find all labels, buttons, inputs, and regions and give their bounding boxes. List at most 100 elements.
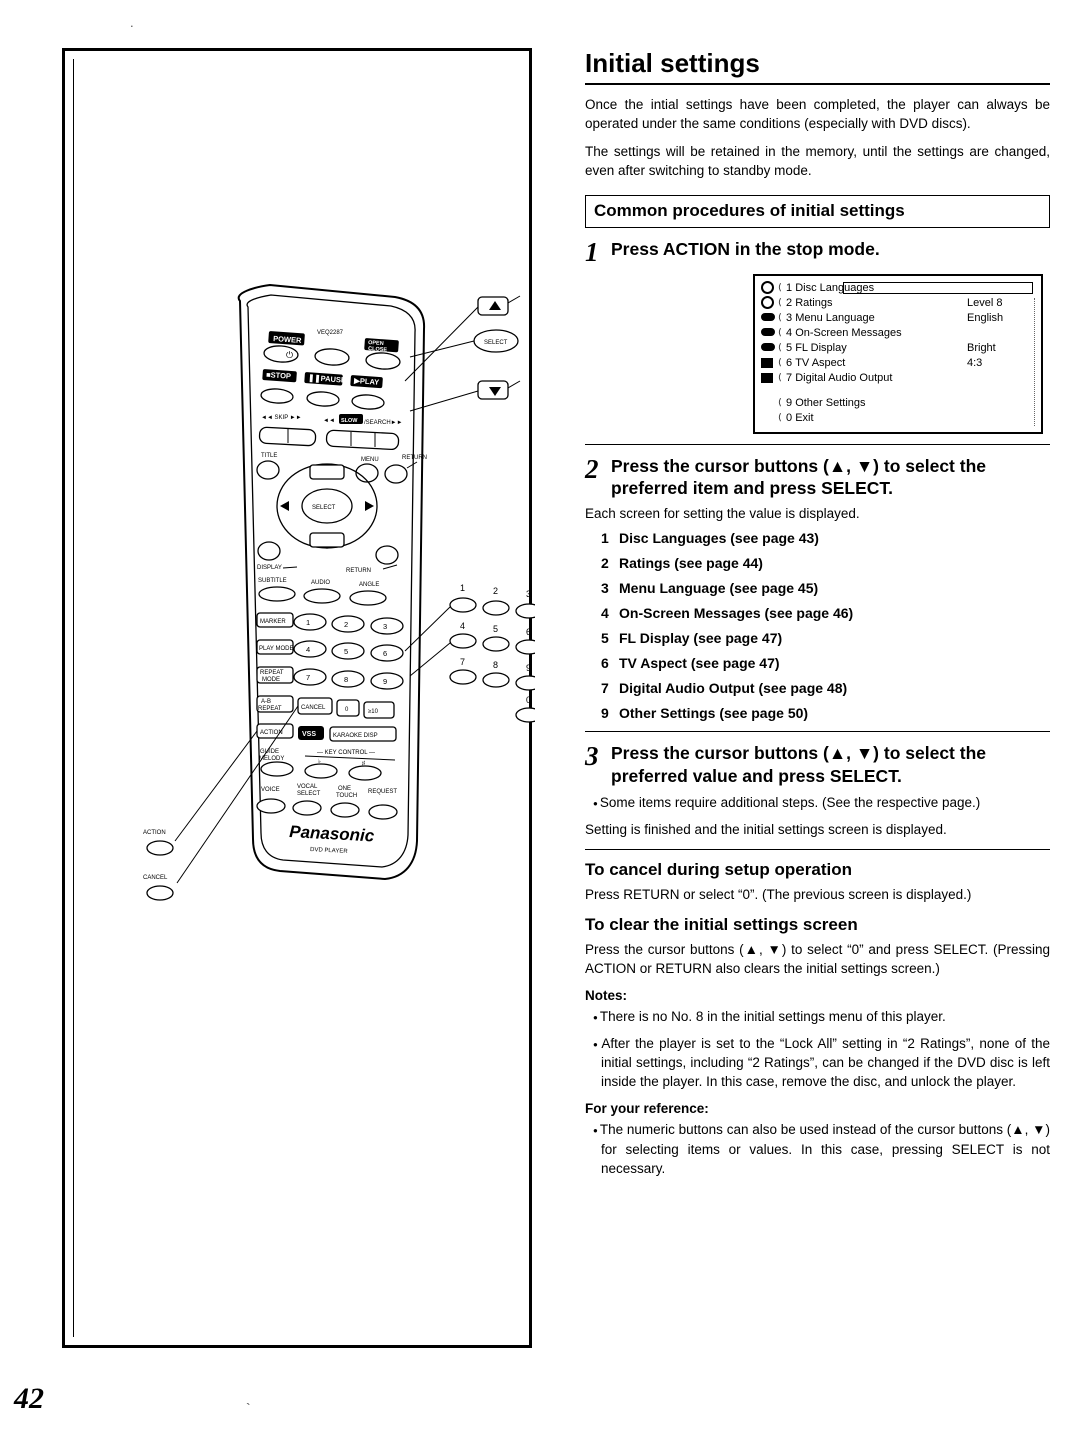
osd-row-marker: ⟨ bbox=[778, 312, 782, 323]
clear-initial-settings-body: Press the cursor buttons (▲, ▼) to selec… bbox=[585, 941, 1050, 976]
svg-text:4: 4 bbox=[306, 645, 310, 654]
osd-row-marker: ⟨ bbox=[778, 297, 782, 308]
svg-text:1: 1 bbox=[306, 618, 310, 627]
osd-row: ⟨ 3 Menu Language English bbox=[761, 311, 1035, 326]
step-2-number: 2 bbox=[585, 453, 599, 484]
svg-text:6: 6 bbox=[383, 649, 387, 658]
svg-text:MODE: MODE bbox=[262, 677, 280, 683]
step-3-number: 3 bbox=[585, 741, 599, 772]
osd-row-label: 3 Menu Language bbox=[786, 311, 875, 324]
osd-icon-square bbox=[761, 357, 778, 370]
for-your-reference-label: For your reference: bbox=[585, 1101, 709, 1117]
list-item: 6 TV Aspect (see page 47) bbox=[601, 655, 780, 672]
svg-text:A-B: A-B bbox=[261, 699, 271, 705]
svg-text:TITLE: TITLE bbox=[261, 453, 277, 459]
osd-row: ⟨ 7 Digital Audio Output bbox=[761, 371, 1035, 386]
osd-row-label: 7 Digital Audio Output bbox=[786, 371, 893, 384]
svg-text:4: 4 bbox=[460, 621, 465, 631]
osd-row: ⟨ 2 Ratings Level 8 bbox=[761, 296, 1035, 311]
svg-text:5: 5 bbox=[493, 624, 498, 634]
osd-row: ⟨ 5 FL Display Bright bbox=[761, 341, 1035, 356]
svg-text:9: 9 bbox=[526, 663, 531, 673]
osd-row-marker: ⟨ bbox=[778, 327, 782, 338]
content-column: Initial settings Once the intial setting… bbox=[585, 48, 1050, 1186]
osd-icon-pill bbox=[761, 342, 778, 355]
remote-control-illustration: .ln { fill:none; stroke:#000; stroke-wid… bbox=[65, 51, 535, 1351]
svg-text:MENU: MENU bbox=[361, 457, 379, 463]
osd-icon-circle bbox=[761, 281, 778, 295]
osd-icon-pill bbox=[761, 327, 778, 340]
svg-text:8: 8 bbox=[344, 675, 348, 684]
svg-text:ONE: ONE bbox=[338, 786, 351, 792]
initial-settings-item-list: 1 Disc Languages (see page 43) 2 Ratings (… bbox=[585, 531, 1050, 720]
svg-text:SLOW: SLOW bbox=[341, 418, 358, 424]
svg-text:6: 6 bbox=[526, 627, 531, 637]
svg-text:9: 9 bbox=[383, 677, 387, 686]
osd-row-value: Bright bbox=[967, 341, 996, 354]
svg-text:MARKER: MARKER bbox=[260, 619, 286, 625]
svg-text:ACTION: ACTION bbox=[143, 830, 166, 836]
osd-row-label: 4 On-Screen Messages bbox=[786, 326, 902, 339]
osd-row-value: Level 8 bbox=[967, 296, 1003, 309]
step-1-number: 1 bbox=[585, 236, 599, 267]
svg-text:TOUCH: TOUCH bbox=[336, 793, 357, 799]
notes-label: Notes: bbox=[585, 987, 628, 1003]
svg-text:≥10: ≥10 bbox=[368, 709, 379, 715]
list-item: 9 Other Settings (see page 50) bbox=[601, 705, 809, 722]
svg-text:0: 0 bbox=[526, 695, 531, 705]
osd-icon-square bbox=[761, 372, 778, 385]
osd-row: ⟨ 6 TV Aspect 4:3 bbox=[761, 356, 1035, 371]
svg-text:3: 3 bbox=[526, 589, 531, 599]
svg-text:◄◄ SKIP ►►: ◄◄ SKIP ►► bbox=[261, 415, 302, 421]
svg-text:◄◄: ◄◄ bbox=[323, 418, 335, 424]
heading-clear-initial-settings: To clear the initial settings screen bbox=[585, 914, 858, 934]
svg-text:RETURN: RETURN bbox=[402, 455, 427, 461]
list-item: 5 FL Display (see page 47) bbox=[601, 630, 783, 647]
osd-icon-circle bbox=[761, 296, 778, 310]
section-heading-common-procedures: Common procedures of initial settings bbox=[585, 194, 1050, 228]
svg-text:7: 7 bbox=[460, 657, 465, 667]
svg-text:Panasonic: Panasonic bbox=[289, 822, 375, 845]
svg-text:SUBTITLE: SUBTITLE bbox=[258, 578, 287, 584]
svg-text:▶PLAY: ▶PLAY bbox=[353, 376, 380, 387]
svg-text:KARAOKE DISP: KARAOKE DISP bbox=[333, 733, 378, 739]
list-item: 4 On-Screen Messages (see page 46) bbox=[601, 605, 854, 622]
list-item: 1 Disc Languages (see page 43) bbox=[601, 530, 819, 547]
svg-text:GUIDE: GUIDE bbox=[260, 749, 279, 755]
svg-text:CLOSE: CLOSE bbox=[368, 346, 388, 353]
page-title: Initial settings bbox=[585, 48, 760, 78]
osd-row-marker: ⟨ bbox=[778, 397, 782, 408]
svg-text:7: 7 bbox=[306, 673, 310, 682]
cancel-section-divider bbox=[585, 849, 1050, 851]
svg-text:3: 3 bbox=[383, 622, 387, 631]
svg-text:8: 8 bbox=[493, 660, 498, 670]
osd-row-label: 2 Ratings bbox=[786, 296, 833, 309]
svg-text:REQUEST: REQUEST bbox=[368, 789, 397, 795]
step-1-text: Press ACTION in the stop mode. bbox=[611, 238, 880, 259]
step-3: 3 Press the cursor buttons (▲, ▼) to sel… bbox=[585, 742, 1050, 787]
svg-text:SELECT: SELECT bbox=[484, 340, 508, 346]
page-number: 42 bbox=[14, 1382, 44, 1415]
svg-text:VEQ2287: VEQ2287 bbox=[317, 330, 344, 336]
svg-text:♯: ♯ bbox=[362, 760, 365, 767]
osd-icon-pill bbox=[761, 312, 778, 325]
step-3-bullet: Some items require additional steps. (Se… bbox=[600, 793, 1050, 812]
svg-text:SELECT: SELECT bbox=[297, 791, 321, 797]
svg-text:5: 5 bbox=[344, 647, 348, 656]
osd-row-value: English bbox=[967, 311, 1004, 324]
step-1: 1 Press ACTION in the stop mode. bbox=[585, 238, 1050, 266]
step-3-text: Press the cursor buttons (▲, ▼) to selec… bbox=[611, 743, 986, 786]
list-item: 2 Ratings (see page 44) bbox=[601, 555, 763, 572]
osd-row-label: 9 Other Settings bbox=[786, 396, 866, 409]
step3-divider bbox=[585, 731, 1050, 733]
scan-artifact-bottom: ` bbox=[246, 1400, 251, 1416]
svg-text:— KEY CONTROL —: — KEY CONTROL — bbox=[317, 750, 375, 756]
svg-text:DVD PLAYER: DVD PLAYER bbox=[310, 847, 348, 855]
svg-text:REPEAT: REPEAT bbox=[258, 706, 282, 712]
osd-row-label: 5 FL Display bbox=[786, 341, 847, 354]
osd-row-marker: ⟨ bbox=[778, 282, 782, 293]
svg-text:REPEAT: REPEAT bbox=[260, 670, 284, 676]
osd-screen: ⟨ 1 Disc Languages ⟨ 2 Ratings Level 8 ⟨… bbox=[753, 273, 1043, 434]
svg-text:⏻: ⏻ bbox=[286, 350, 293, 360]
svg-text:♭: ♭ bbox=[318, 758, 321, 765]
